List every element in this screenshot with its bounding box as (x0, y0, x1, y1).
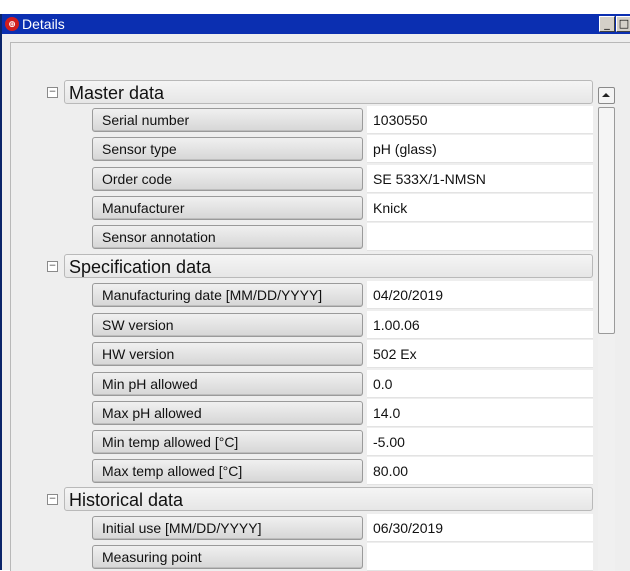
value-initial-use[interactable]: 06/30/2019 (367, 514, 593, 542)
window-title: Details (22, 16, 65, 32)
label-serial-number: Serial number (92, 108, 363, 132)
value-serial-number[interactable]: 1030550 (367, 106, 593, 134)
section-header-master-data[interactable]: Master data (64, 80, 593, 104)
value-hw-version[interactable]: 502 Ex (367, 340, 593, 368)
app-logo-icon: ⊕ (5, 17, 19, 31)
value-sw-version[interactable]: 1.00.06 (367, 311, 593, 339)
value-min-temp[interactable]: -5.00 (367, 428, 593, 456)
collapse-master-data-icon[interactable]: − (47, 87, 58, 98)
scroll-thumb[interactable] (598, 107, 615, 334)
section-header-historical-data[interactable]: Historical data (64, 487, 593, 511)
label-sensor-annotation: Sensor annotation (92, 225, 363, 249)
label-min-temp: Min temp allowed [°C] (92, 430, 363, 454)
label-min-ph: Min pH allowed (92, 372, 363, 396)
value-manufacturer[interactable]: Knick (367, 194, 593, 222)
minimize-button[interactable]: _ (599, 16, 615, 32)
collapse-specification-data-icon[interactable]: − (47, 261, 58, 272)
label-measuring-point: Measuring point (92, 545, 363, 569)
value-order-code[interactable]: SE 533X/1-NMSN (367, 165, 593, 193)
scroll-up-arrow-icon[interactable] (598, 87, 615, 104)
maximize-button[interactable]: □ (616, 16, 630, 32)
title-bar[interactable]: ⊕ Details _ □ (2, 14, 630, 34)
details-window: ⊕ Details _ □ − Master data Serial numbe… (0, 14, 630, 571)
section-header-specification-data[interactable]: Specification data (64, 254, 593, 278)
value-max-ph[interactable]: 14.0 (367, 399, 593, 427)
value-manufacturing-date[interactable]: 04/20/2019 (367, 281, 593, 309)
label-max-ph: Max pH allowed (92, 401, 363, 425)
label-hw-version: HW version (92, 342, 363, 366)
details-panel: − Master data Serial number 1030550 Sens… (10, 42, 630, 571)
label-initial-use: Initial use [MM/DD/YYYY] (92, 516, 363, 540)
value-sensor-annotation[interactable] (367, 223, 593, 251)
property-grid: − Master data Serial number 1030550 Sens… (11, 43, 596, 571)
collapse-historical-data-icon[interactable]: − (47, 494, 58, 505)
label-max-temp: Max temp allowed [°C] (92, 459, 363, 483)
label-order-code: Order code (92, 167, 363, 191)
value-measuring-point[interactable] (367, 543, 593, 571)
label-manufacturer: Manufacturer (92, 196, 363, 220)
vertical-scrollbar[interactable] (598, 87, 615, 571)
label-manufacturing-date: Manufacturing date [MM/DD/YYYY] (92, 283, 363, 307)
label-sw-version: SW version (92, 313, 363, 337)
label-sensor-type: Sensor type (92, 137, 363, 161)
value-min-ph[interactable]: 0.0 (367, 370, 593, 398)
value-max-temp[interactable]: 80.00 (367, 457, 593, 485)
value-sensor-type[interactable]: pH (glass) (367, 135, 593, 163)
